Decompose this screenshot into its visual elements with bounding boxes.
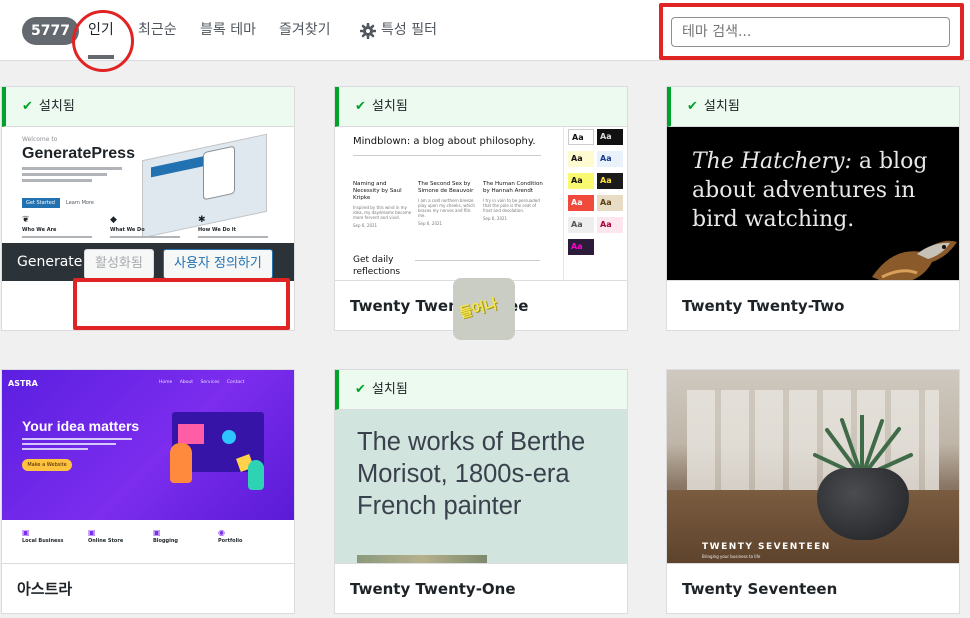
theme-card-astra[interactable]: ASTRA Home About Services Contact Your i… xyxy=(1,369,295,614)
preview-category: Blogging xyxy=(153,538,178,544)
theme-name: Twenty Twenty-Two xyxy=(667,280,959,330)
theme-search-input[interactable] xyxy=(671,17,950,47)
preview-title: The works of Berthe Morisot, 1800s-era F… xyxy=(357,428,586,520)
style-variation-swatches: Aa Aa Aa Aa Aa Aa Aa Aa Aa Aa Aa xyxy=(563,127,627,280)
swatch: Aa xyxy=(568,151,594,167)
swatch: Aa xyxy=(597,195,623,211)
tab-latest[interactable]: 최근순 xyxy=(138,20,177,40)
preview-category: Online Store xyxy=(88,538,124,544)
preview-cta: Make a Website xyxy=(22,459,72,471)
sticker-overlay: 들어나 xyxy=(453,278,515,340)
preview-headline: Your idea matters xyxy=(22,418,140,434)
theme-name: Twenty Seventeen xyxy=(667,563,959,613)
preview-nav: Home About Services Contact xyxy=(159,380,245,385)
preview-painting xyxy=(357,555,487,563)
installed-notice: ✔ 설치됨 xyxy=(667,87,959,127)
theme-card-twenty-twenty-two[interactable]: ✔ 설치됨 The Hatchery: a blog about adventur… xyxy=(666,86,960,331)
preview-feature: ◆ What We Do xyxy=(110,215,188,238)
preview-text-lines xyxy=(22,167,122,185)
swatch: Aa xyxy=(597,217,623,233)
theme-card-twenty-seventeen[interactable]: TWENTY SEVENTEEN Bringing your business … xyxy=(666,369,960,614)
swatch: Aa xyxy=(568,217,594,233)
portfolio-icon: ◉ xyxy=(218,528,225,537)
preview-post: Naming and Necessity by Saul Kripke Inspi… xyxy=(353,181,412,228)
swatch: Aa xyxy=(597,129,623,145)
customize-button[interactable]: 사용자 정의하기 xyxy=(163,249,273,279)
swatch: Aa xyxy=(568,129,594,145)
activated-button: 활성화됨 xyxy=(84,249,154,279)
preview-primary-button: Get Started xyxy=(22,198,60,208)
checkmark-icon: ✔ xyxy=(687,99,698,114)
swatch: Aa xyxy=(568,239,594,255)
preview-newsletter: Get daily reflections xyxy=(353,255,401,277)
preview-tagline: Bringing your business to life xyxy=(702,554,761,559)
preview-category: Local Business xyxy=(22,538,64,544)
tab-favorites[interactable]: 즐겨찾기 xyxy=(279,20,331,40)
theme-name: 아스트라 xyxy=(2,563,294,613)
preview-post: The Second Sex by Simone de Beauvoir I am… xyxy=(418,181,475,226)
preview-welcome: Welcome to xyxy=(22,136,58,143)
swatch: Aa xyxy=(597,173,623,189)
tab-block-themes[interactable]: 블록 테마 xyxy=(200,20,256,40)
swatch: Aa xyxy=(568,195,594,211)
theme-screenshot[interactable]: TWENTY SEVENTEEN Bringing your business … xyxy=(667,370,959,563)
annotation-box-buttons xyxy=(73,278,290,330)
gears-icon: ✱ xyxy=(198,215,206,225)
preview-feature: ❦ Who We Are xyxy=(22,215,100,238)
theme-count-badge: 5777 xyxy=(22,17,79,45)
theme-filter-bar: 5777 인기 최근순 블록 테마 즐겨찾기 특성 필터 xyxy=(0,0,970,72)
preview-post: The Human Condition by Hannah Arendt I tr… xyxy=(483,181,543,221)
installed-notice: ✔ 설치됨 xyxy=(335,87,627,127)
preview-secondary-link: Learn More xyxy=(66,200,94,206)
preview-brand: GeneratePress xyxy=(22,145,135,162)
checkmark-icon: ✔ xyxy=(355,382,366,397)
swatch: Aa xyxy=(568,173,594,189)
theme-screenshot[interactable]: ASTRA Home About Services Contact Your i… xyxy=(2,370,294,563)
checkmark-icon: ✔ xyxy=(355,99,366,114)
feature-filter-button[interactable]: 특성 필터 xyxy=(381,20,437,40)
shield-icon: ◆ xyxy=(110,215,117,225)
annotation-circle xyxy=(72,10,134,72)
leaf-icon: ❦ xyxy=(22,215,30,225)
checkmark-icon: ✔ xyxy=(22,99,33,114)
preview-category: Portfolio xyxy=(218,538,243,544)
cart-icon: ▣ xyxy=(88,528,96,537)
preview-logo: ASTRA xyxy=(8,379,38,388)
preview-logo: TWENTY SEVENTEEN xyxy=(702,542,831,552)
bird-illustration xyxy=(872,240,957,280)
swatch: Aa xyxy=(597,151,623,167)
theme-card-twenty-twenty-one[interactable]: ✔ 설치됨 The works of Berthe Morisot, 1800s-… xyxy=(334,369,628,614)
theme-name: Twenty Twenty-One xyxy=(335,563,627,613)
preview-title: Mindblown: a blog about philosophy. xyxy=(353,136,536,147)
store-icon: ▣ xyxy=(22,528,30,537)
installed-notice: ✔ 설치됨 xyxy=(335,370,627,410)
installed-notice: ✔ 설치됨 xyxy=(2,87,294,127)
blog-icon: ▣ xyxy=(153,528,161,537)
preview-feature: ✱ How We Do It xyxy=(198,215,276,238)
gear-icon[interactable] xyxy=(360,23,376,39)
